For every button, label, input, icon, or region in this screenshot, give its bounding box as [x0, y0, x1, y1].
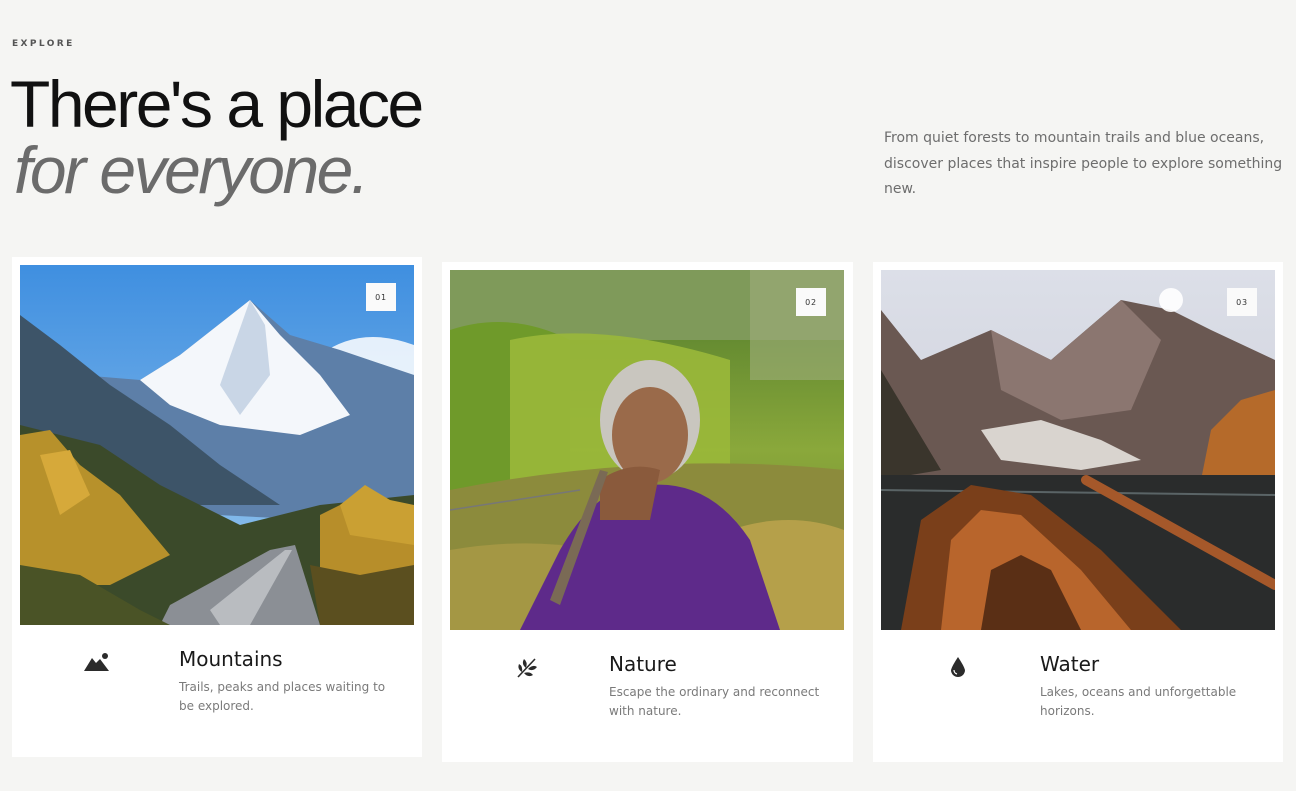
card-nature[interactable]: 02 Nature Escape the ordinary and reconn…	[442, 262, 853, 762]
intro-paragraph: From quiet forests to mountain trails an…	[884, 130, 1283, 197]
card-number-badge: 03	[1227, 288, 1257, 316]
page-title-line-2: for everyone.	[14, 133, 369, 207]
card-description: Lakes, oceans and unforgettable horizons…	[1040, 685, 1237, 718]
section-eyebrow: EXPLORE	[12, 39, 75, 49]
card-title: Mountains	[179, 647, 283, 671]
nature-photo: 02	[450, 270, 844, 630]
card-water[interactable]: 03 Water Lakes, oceans and unforgettable…	[873, 262, 1283, 762]
card-number-badge: 02	[796, 288, 826, 316]
page-title-line-1: There's a place	[10, 67, 424, 141]
card-description: Trails, peaks and places waiting to be e…	[179, 680, 386, 713]
mountains-photo: 01	[20, 265, 414, 625]
card-title: Nature	[609, 652, 677, 676]
water-photo: 03	[881, 270, 1275, 630]
card-mountains[interactable]: 01 Mountains Trails, peaks and places wa…	[12, 257, 422, 757]
card-number-badge: 01	[366, 283, 396, 311]
card-title: Water	[1040, 652, 1100, 676]
card-description: Escape the ordinary and reconnect with n…	[609, 685, 820, 718]
leaf-icon	[512, 652, 542, 682]
mountain-icon	[82, 647, 112, 677]
water-drop-icon	[943, 652, 973, 682]
